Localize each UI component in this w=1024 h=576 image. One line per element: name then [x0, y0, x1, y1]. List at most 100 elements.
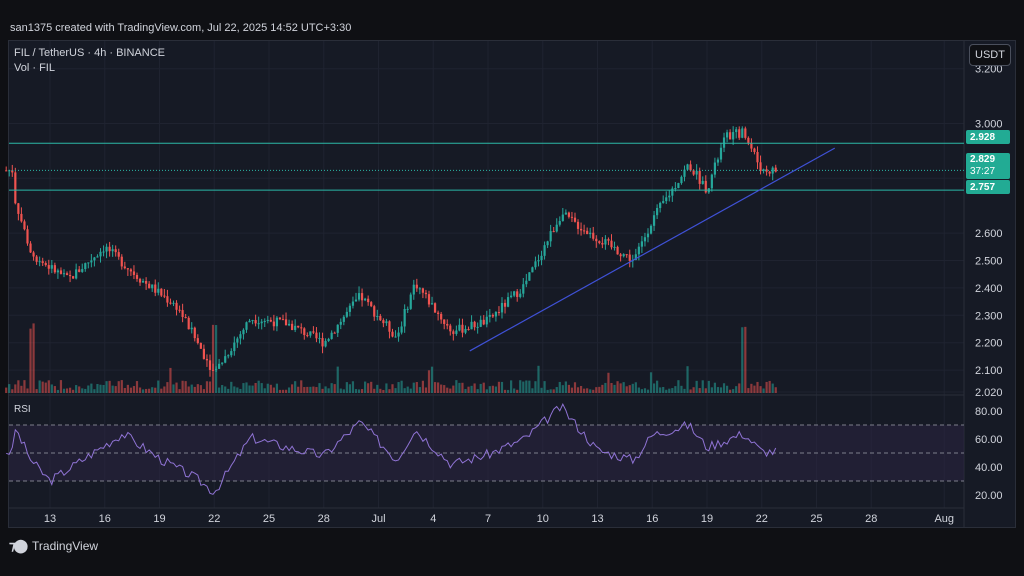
candle-body — [190, 327, 193, 330]
volume-bar — [458, 382, 461, 393]
volume-bar — [245, 382, 248, 393]
volume-bar — [744, 326, 747, 393]
volume-bar — [239, 388, 242, 393]
volume-bar — [546, 389, 549, 393]
candle-body — [102, 251, 105, 253]
candle-body — [722, 137, 726, 148]
candle-body — [342, 316, 345, 322]
candle-body — [20, 213, 23, 222]
candle-body — [488, 314, 491, 317]
volume-bar — [59, 380, 63, 393]
volume-bar — [187, 386, 190, 393]
symbol-legend[interactable]: FIL / TetherUS · 4h · BINANCE — [14, 47, 165, 59]
candle-body — [178, 309, 181, 311]
candle-body — [75, 269, 78, 279]
candle-body — [126, 268, 129, 270]
candle-body — [540, 255, 543, 261]
y-axis-tick: 2.100 — [975, 365, 1003, 377]
volume-bar — [47, 380, 50, 393]
volume-bar — [698, 388, 701, 393]
rsi-legend[interactable]: RSI — [14, 404, 31, 415]
volume-bar — [601, 384, 604, 393]
candle-body — [315, 332, 318, 339]
volume-bar — [583, 388, 586, 393]
volume-bar — [427, 370, 431, 393]
rsi-axis-tick: 20.00 — [975, 490, 1003, 502]
candle-body — [570, 216, 574, 218]
volume-bar — [367, 383, 370, 393]
volume-bar — [604, 382, 607, 393]
x-axis-tick: 28 — [318, 513, 330, 525]
candle-body — [713, 162, 717, 175]
volume-bar — [303, 387, 306, 393]
candle-body — [266, 319, 269, 321]
candle-body — [537, 260, 540, 262]
volume-bar — [592, 389, 595, 393]
volume-legend[interactable]: Vol · FIL — [14, 62, 55, 74]
candle-body — [145, 280, 148, 284]
volume-bar — [409, 388, 412, 393]
volume-bar — [771, 383, 774, 393]
candle-body — [239, 334, 242, 339]
volume-bar — [373, 388, 376, 393]
brand-name: TradingView — [32, 539, 99, 553]
volume-bar — [50, 384, 53, 393]
volume-bar — [662, 386, 665, 393]
candle-body — [254, 320, 257, 324]
rsi-axis-tick: 80.00 — [975, 406, 1003, 418]
volume-bar — [263, 388, 266, 393]
candle-body — [506, 297, 510, 307]
volume-bar — [275, 383, 279, 393]
volume-bar — [683, 388, 686, 393]
volume-bar — [385, 383, 388, 393]
candle-body — [169, 302, 172, 304]
volume-bar — [640, 389, 644, 393]
volume-bar — [360, 389, 364, 393]
volume-bar — [193, 386, 196, 393]
candle-body — [376, 315, 379, 317]
volume-bar — [157, 380, 160, 393]
candle-body — [622, 254, 625, 257]
candle-body — [175, 302, 178, 310]
candle-body — [716, 159, 720, 163]
x-axis-tick: 28 — [865, 513, 877, 525]
candle-body — [90, 260, 93, 263]
volume-bar — [759, 386, 762, 393]
volume-bar — [586, 388, 589, 393]
volume-bar — [312, 386, 315, 393]
tradingview-brand[interactable]: ⁊⬤ TradingView — [9, 538, 98, 554]
volume-bar — [412, 382, 415, 393]
candle-body — [382, 320, 385, 324]
volume-bar — [716, 387, 720, 393]
volume-bar — [388, 389, 391, 393]
candle-body — [370, 302, 373, 307]
volume-bar — [114, 386, 117, 393]
candle-body — [421, 288, 425, 293]
volume-bar — [680, 385, 683, 393]
candle-body — [649, 225, 653, 234]
candle-body — [491, 314, 494, 317]
volume-bar — [652, 383, 656, 393]
bar-countdown: 37:27 — [970, 166, 996, 177]
volume-bar — [701, 380, 704, 393]
currency-button[interactable]: USDT — [969, 44, 1011, 66]
volume-bar — [35, 389, 38, 393]
volume-bar — [695, 380, 698, 393]
candle-body — [397, 332, 400, 337]
candle-body — [17, 203, 20, 214]
candle-body — [753, 148, 756, 152]
candle-body — [446, 323, 449, 326]
volume-bar — [5, 387, 8, 393]
candle-body — [53, 265, 56, 273]
volume-bar — [415, 382, 418, 393]
volume-bar — [437, 382, 440, 393]
volume-bar — [455, 380, 458, 393]
candle-body — [388, 321, 391, 332]
volume-bar — [497, 381, 501, 393]
volume-bar — [391, 384, 394, 393]
candle-body — [406, 308, 409, 310]
candle-body — [619, 254, 622, 257]
chart-canvas[interactable]: 13 16 19 22 25 28 Jul 4 7 10 13 16 19 22 25 28 Aug3.2003… — [0, 0, 1024, 576]
volume-bar — [315, 387, 318, 393]
candle-body — [552, 231, 555, 233]
